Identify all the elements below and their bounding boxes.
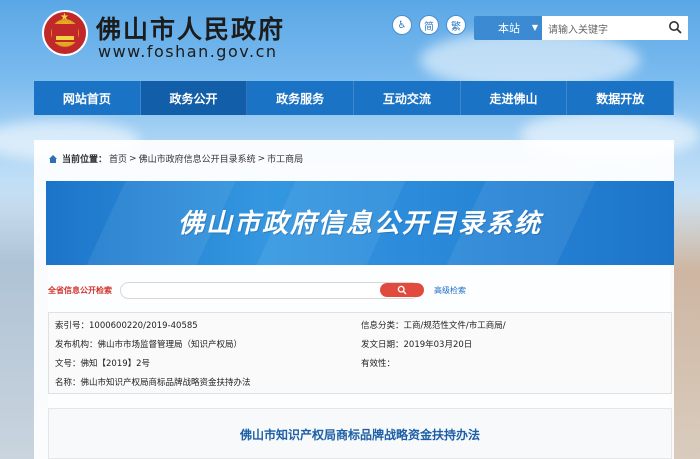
meta-publisher: 发布机构：佛山市市场监督管理局（知识产权局）	[55, 340, 243, 350]
breadcrumb-current[interactable]: 市工商局	[267, 152, 303, 165]
breadcrumb-prefix: 当前位置：	[62, 155, 108, 165]
search-icon[interactable]	[668, 20, 682, 34]
meta-doc-number: 文号：佛知【2019】2号	[55, 359, 151, 369]
info-search-button[interactable]	[380, 283, 424, 297]
traditional-chinese-icon[interactable]: 繁	[446, 15, 466, 35]
breadcrumb-separator: >	[257, 153, 266, 164]
site-scope-label: 本站	[498, 22, 520, 35]
chevron-down-icon: ▼	[531, 23, 538, 32]
document-title: 佛山市知识产权局商标品牌战略资金扶持办法	[239, 428, 480, 442]
site-url: www.foshan.gov.cn	[98, 42, 278, 61]
site-title[interactable]: 佛山市人民政府	[96, 10, 285, 46]
simplified-chinese-icon[interactable]: 简	[419, 15, 439, 35]
breadcrumb-catalog[interactable]: 佛山市政府信息公开目录系统	[139, 152, 256, 165]
nav-item-services[interactable]: 政务服务	[247, 81, 355, 115]
emblem-tiananmen-icon	[52, 12, 78, 42]
nav-item-interaction[interactable]: 互动交流	[354, 81, 461, 115]
location-home-icon	[49, 154, 57, 163]
search-input[interactable]: 请输入关键字	[542, 16, 688, 40]
main-nav: 网站首页 政务公开 政务服务 互动交流 走进佛山 数据开放	[34, 81, 675, 115]
info-search-label: 全省信息公开检索	[48, 285, 112, 295]
catalog-banner: 佛山市政府信息公开目录系统	[46, 181, 674, 265]
document-metadata: 索引号：1000600220/2019-40585 信息分类：工商/规范性文件/…	[48, 312, 672, 394]
breadcrumb-separator: >	[129, 153, 137, 164]
meta-name: 名称：佛山市知识产权局商标品牌战略资金扶持办法	[55, 378, 251, 388]
breadcrumb: 当前位置： 首页 > 佛山市政府信息公开目录系统 > 市工商局	[48, 152, 303, 165]
meta-category: 信息分类：工商/规范性文件/市工商局/	[361, 321, 506, 331]
meta-validity: 有效性：	[361, 359, 396, 369]
search-placeholder: 请输入关键字	[548, 24, 608, 36]
city-skyline-right	[670, 190, 700, 459]
banner-title: 佛山市政府信息公开目录系统	[177, 209, 542, 239]
info-search-row: 全省信息公开检索 高级检索	[48, 280, 668, 300]
nav-item-home[interactable]: 网站首页	[34, 81, 141, 115]
document-body: 佛山市知识产权局商标品牌战略资金扶持办法	[48, 408, 672, 459]
site-scope-select[interactable]: 本站 ▼	[474, 16, 542, 40]
search-icon	[397, 285, 407, 295]
content-panel: 当前位置： 首页 > 佛山市政府信息公开目录系统 > 市工商局 佛山市政府信息公…	[34, 140, 674, 459]
meta-date: 发文日期：2019年03月20日	[361, 340, 473, 350]
national-emblem-logo[interactable]	[42, 10, 88, 56]
nav-item-government-affairs[interactable]: 政务公开	[140, 81, 248, 115]
meta-index-number: 索引号：1000600220/2019-40585	[55, 321, 198, 331]
accessibility-icon[interactable]: ♿	[392, 15, 412, 35]
breadcrumb-home[interactable]: 首页	[109, 152, 127, 165]
site-header: 佛山市人民政府 www.foshan.gov.cn ♿ 简 繁 本站 ▼ 请输入…	[0, 0, 700, 78]
nav-item-open-data[interactable]: 数据开放	[567, 81, 675, 115]
info-search-input[interactable]	[120, 281, 420, 299]
nav-item-about-foshan[interactable]: 走进佛山	[461, 81, 568, 115]
advanced-search-link[interactable]: 高级检索	[434, 285, 466, 296]
